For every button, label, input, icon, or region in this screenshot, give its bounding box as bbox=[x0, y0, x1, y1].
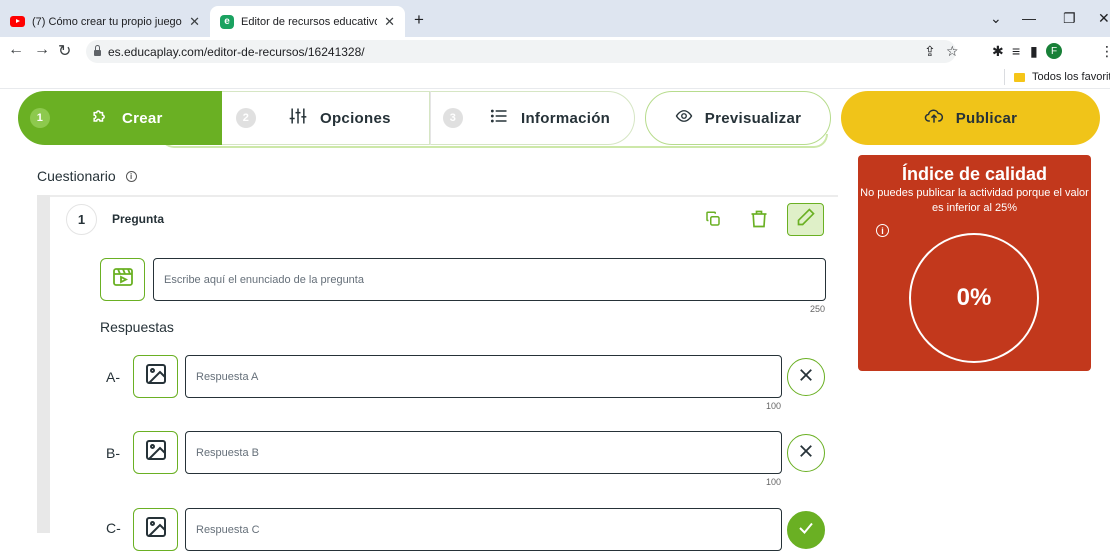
preview-label: Previsualizar bbox=[704, 109, 802, 127]
lock-icon bbox=[94, 45, 101, 56]
list-icon bbox=[489, 106, 509, 130]
step-number: 2 bbox=[236, 108, 256, 128]
address-bar-row: ← → ↻ es.educaplay.com/editor-de-recurso… bbox=[0, 37, 1110, 65]
check-icon bbox=[797, 519, 815, 542]
cloud-upload-icon bbox=[924, 106, 944, 130]
preview-button[interactable]: Previsualizar bbox=[645, 91, 831, 145]
answer-letter: A- bbox=[106, 369, 120, 385]
menu-icon[interactable]: ⋮ bbox=[1100, 43, 1110, 60]
quiz-title: Cuestionario bbox=[37, 168, 116, 184]
educaplay-favicon-icon: e bbox=[220, 14, 234, 29]
pencil-icon bbox=[796, 207, 816, 232]
answers-heading: Respuestas bbox=[100, 319, 174, 335]
puzzle-icon bbox=[90, 106, 110, 130]
step-label: Información bbox=[521, 109, 611, 127]
publish-button[interactable]: Publicar bbox=[841, 91, 1100, 145]
tab-title: (7) Cómo crear tu propio juego bbox=[32, 15, 182, 28]
edit-pencil-button[interactable] bbox=[787, 203, 824, 236]
image-icon bbox=[144, 515, 168, 544]
quality-description: No puedes publicar la actividad porque e… bbox=[860, 187, 1089, 214]
new-tab-icon[interactable]: + bbox=[414, 10, 424, 30]
info-icon[interactable]: i bbox=[125, 170, 137, 182]
question-label: Pregunta bbox=[112, 212, 165, 226]
star-icon[interactable]: ☆ bbox=[946, 43, 959, 60]
reload-icon[interactable]: ↻ bbox=[58, 41, 71, 61]
extensions-icon[interactable]: ✱ bbox=[992, 43, 1004, 60]
side-panel-icon[interactable]: ▮ bbox=[1030, 43, 1038, 60]
youtube-icon bbox=[10, 16, 25, 27]
x-icon bbox=[797, 442, 815, 465]
answer-c-input[interactable]: Respuesta C bbox=[185, 508, 782, 551]
step-label: Opciones bbox=[320, 109, 391, 127]
close-tab-icon[interactable]: ✕ bbox=[384, 14, 395, 30]
tab-title: Editor de recursos educativos: bbox=[241, 15, 378, 28]
image-icon bbox=[144, 362, 168, 391]
answer-char-limit: 100 bbox=[765, 477, 781, 487]
answer-a-input[interactable]: Respuesta A bbox=[185, 355, 782, 398]
reading-list-icon[interactable]: ≡ bbox=[1012, 43, 1020, 59]
mark-incorrect-button[interactable] bbox=[787, 434, 825, 472]
answer-placeholder: Respuesta C bbox=[196, 523, 260, 536]
profile-avatar[interactable]: F bbox=[1046, 43, 1062, 59]
answer-image-button[interactable] bbox=[133, 355, 178, 398]
folder-icon bbox=[1014, 73, 1025, 82]
step-number: 3 bbox=[443, 108, 463, 128]
divider bbox=[50, 195, 838, 197]
browser-tab-youtube[interactable]: (7) Cómo crear tu propio juego ✕ bbox=[0, 6, 210, 37]
minimize-icon[interactable]: — bbox=[1022, 10, 1036, 26]
answer-placeholder: Respuesta A bbox=[196, 370, 259, 383]
close-window-icon[interactable]: ✕ bbox=[1098, 10, 1110, 27]
close-tab-icon[interactable]: ✕ bbox=[189, 14, 200, 30]
tab-search-chevron-icon[interactable]: ⌄ bbox=[990, 10, 1002, 27]
back-icon[interactable]: ← bbox=[8, 41, 24, 59]
publish-label: Publicar bbox=[955, 109, 1018, 127]
url-text: es.educaplay.com/editor-de-recursos/1624… bbox=[108, 44, 365, 59]
question-text-input[interactable]: Escribe aquí el enunciado de la pregunta bbox=[153, 258, 826, 301]
answer-placeholder: Respuesta B bbox=[196, 446, 259, 459]
x-icon bbox=[797, 366, 815, 389]
quality-title: Índice de calidad bbox=[901, 164, 1048, 184]
restore-icon[interactable]: ❐ bbox=[1063, 10, 1076, 27]
question-media-button[interactable] bbox=[100, 258, 145, 301]
answer-letter: C- bbox=[106, 520, 121, 536]
answer-letter: B- bbox=[106, 445, 120, 461]
share-icon[interactable]: ⇪ bbox=[924, 43, 936, 60]
quiz-heading: Cuestionario i bbox=[37, 168, 137, 184]
bookmark-all[interactable]: Todos los favoritos bbox=[1032, 71, 1110, 83]
info-icon[interactable]: i bbox=[876, 224, 889, 237]
question-number: 1 bbox=[66, 204, 97, 235]
step-number: 1 bbox=[30, 108, 50, 128]
image-icon bbox=[144, 438, 168, 467]
eye-icon bbox=[675, 107, 693, 129]
step-label: Crear bbox=[122, 109, 163, 127]
question-sidebar-strip bbox=[37, 195, 50, 533]
step-crear[interactable]: 1 Crear bbox=[18, 91, 222, 145]
bookmarks-bar: Todos los favoritos bbox=[0, 65, 1110, 89]
step-informacion[interactable]: 3 Información bbox=[430, 91, 635, 145]
browser-tab-bar: (7) Cómo crear tu propio juego ✕ e Edito… bbox=[0, 0, 1110, 37]
answer-b-input[interactable]: Respuesta B bbox=[185, 431, 782, 474]
forward-icon[interactable]: → bbox=[34, 41, 50, 59]
url-field[interactable]: es.educaplay.com/editor-de-recursos/1624… bbox=[86, 40, 956, 63]
step-opciones[interactable]: 2 Opciones bbox=[222, 91, 430, 145]
answer-image-button[interactable] bbox=[133, 431, 178, 474]
question-placeholder: Escribe aquí el enunciado de la pregunta bbox=[164, 273, 364, 286]
quality-gauge: 0% bbox=[909, 233, 1039, 363]
answer-image-button[interactable] bbox=[133, 508, 178, 551]
duplicate-icon[interactable] bbox=[700, 206, 726, 232]
trash-icon[interactable] bbox=[746, 206, 772, 232]
mark-incorrect-button[interactable] bbox=[787, 358, 825, 396]
mark-correct-button[interactable] bbox=[787, 511, 825, 549]
question-char-limit: 250 bbox=[809, 304, 825, 314]
video-icon bbox=[111, 265, 135, 294]
answer-char-limit: 100 bbox=[765, 401, 781, 411]
browser-tab-educaplay[interactable]: e Editor de recursos educativos: ✕ bbox=[210, 6, 405, 37]
sliders-icon bbox=[288, 106, 308, 130]
bookmark-separator bbox=[1004, 69, 1005, 85]
quality-index-panel: Índice de calidad No puedes publicar la … bbox=[858, 155, 1091, 371]
quality-value: 0% bbox=[956, 284, 992, 311]
